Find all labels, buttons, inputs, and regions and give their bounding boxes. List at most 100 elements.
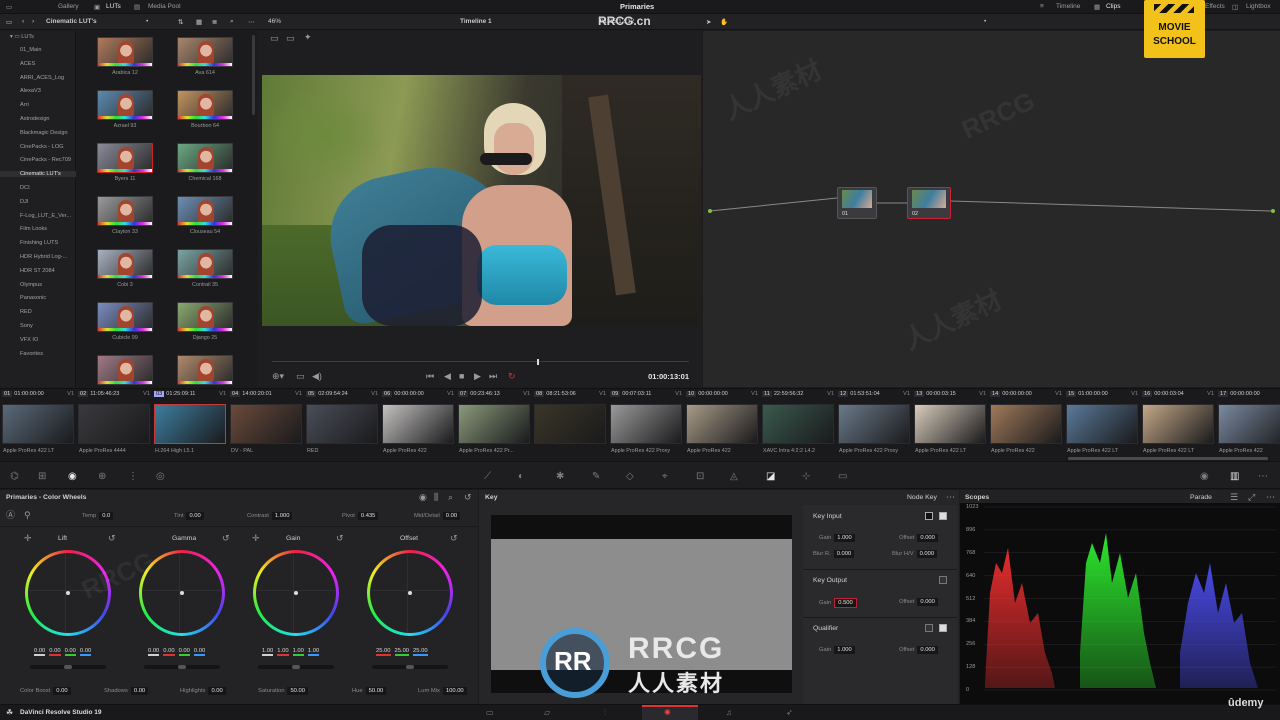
lut-folder-item[interactable]: AlexaV3	[20, 88, 41, 94]
lightbox-icon[interactable]: ◫	[1232, 3, 1238, 11]
clip-icon[interactable]: ▭	[296, 372, 305, 381]
colorboost-field[interactable]: Color Boost 0.00	[20, 687, 71, 695]
scopes-icon[interactable]: ▥	[1230, 471, 1239, 482]
timeline-clip[interactable]: 1700:00:00:00V1 Apple ProRes 422	[1216, 389, 1280, 461]
lut-folder-item[interactable]: F-Log_LUT_E_Ver...	[20, 213, 71, 219]
colorboost-value[interactable]: 0.00	[53, 687, 71, 695]
camera-raw-icon[interactable]: ⌬	[10, 471, 19, 482]
key-input-offset[interactable]: Offset 0.000	[899, 534, 938, 542]
wheel-value[interactable]: 1.00	[292, 648, 304, 656]
wheel-value[interactable]: 1.00	[307, 648, 320, 656]
timeline-clip[interactable]: 16 00:00:03:04 V1 Apple ProRes 422 LT	[1140, 389, 1216, 461]
blur-icon[interactable]: ◬	[730, 471, 738, 482]
qualifier-invert-toggle[interactable]	[925, 624, 933, 632]
saturation-field[interactable]: Saturation 50.00	[258, 687, 308, 695]
lut-folder-item[interactable]: DCI	[20, 185, 30, 191]
key-icon[interactable]: ◪	[766, 471, 775, 482]
color-warper-icon[interactable]: ◐	[518, 471, 524, 482]
lut-folder-item[interactable]: Panasonic	[20, 295, 46, 301]
tab-timeline[interactable]: Timeline	[1056, 3, 1080, 10]
search-icon[interactable]: ⌕	[230, 18, 234, 26]
node-02[interactable]: 02	[907, 187, 951, 219]
gain-value[interactable]: 1.000	[834, 646, 855, 654]
key-more-icon[interactable]: ⋯	[946, 493, 955, 502]
lut-grid-scrollbar[interactable]	[252, 35, 255, 115]
wheel-center-dot[interactable]	[408, 591, 412, 595]
node-01[interactable]: 01	[837, 187, 877, 219]
lut-thumbnail[interactable]: Cubicle 99	[97, 302, 153, 341]
split-screen-icon[interactable]: ▭	[286, 34, 295, 43]
color-wheel[interactable]	[367, 550, 453, 636]
log-mode-icon[interactable]: ⌕	[448, 493, 453, 502]
window-icon[interactable]: ◇	[626, 471, 634, 482]
contrast-field[interactable]: Contrast 1.000	[247, 512, 293, 520]
key-input-blur-r[interactable]: Blur R. 0.000	[813, 550, 855, 558]
hue-value[interactable]: 50.00	[365, 687, 387, 695]
hdr-icon[interactable]: ◎	[156, 471, 165, 482]
timeline-selector[interactable]: Timeline 1	[460, 18, 492, 25]
wheel-master-slider[interactable]	[30, 665, 106, 669]
wheel-value[interactable]: 0.00	[34, 648, 46, 656]
wheel-value[interactable]: 0.00	[163, 648, 175, 656]
page-cut-icon[interactable]: ▱	[544, 708, 550, 717]
gallery-icon[interactable]: ▭	[6, 3, 12, 11]
clips-icon[interactable]: ▦	[1094, 3, 1100, 11]
list-view-icon[interactable]: ≣	[212, 18, 217, 26]
curves-icon[interactable]: ⟋	[484, 471, 491, 482]
wheel-reset-icon[interactable]: ↺	[336, 534, 344, 543]
viewer-mode-icon[interactable]: ▭	[270, 34, 279, 43]
tab-gallery[interactable]: Gallery	[58, 3, 79, 10]
luts-icon[interactable]: ▣	[94, 3, 100, 11]
temp-field[interactable]: Temp 0.0	[82, 512, 114, 520]
lut-thumbnail[interactable]: Azrael 93	[97, 90, 153, 129]
lut-thumbnail[interactable]: Ava 614	[177, 37, 233, 76]
tab-lightbox[interactable]: Lightbox	[1246, 3, 1271, 10]
highlights-field[interactable]: Highlights 0.00	[180, 687, 226, 695]
timeline-clip[interactable]: 02 11:05:46:23 V1 Apple ProRes 4444	[76, 389, 152, 461]
wheel-center-dot[interactable]	[180, 591, 184, 595]
lut-thumbnail[interactable]	[97, 355, 153, 387]
wheel-value[interactable]: 25.00	[376, 648, 391, 656]
bars-mode-icon[interactable]: ⫼	[434, 493, 438, 502]
gain-value[interactable]: 1.000	[834, 534, 855, 542]
middetail-field[interactable]: Mid/Detail 0.00	[414, 512, 461, 520]
wheel-reset-icon[interactable]: ↺	[108, 534, 116, 543]
lut-folder-item[interactable]: HDR Hybrid Log-...	[20, 254, 67, 260]
pivot-value[interactable]: 0.435	[357, 512, 379, 520]
qualifier-icon[interactable]: ✱	[556, 471, 564, 482]
shadows-value[interactable]: 0.00	[130, 687, 149, 695]
lut-folder-item[interactable]: Sony	[20, 323, 33, 329]
timeline-clip[interactable]: 05 02:09:54:24 V1 RED	[304, 389, 380, 461]
sidebar-toggle-icon[interactable]: ▭	[6, 18, 12, 26]
wheel-value[interactable]: 0.00	[178, 648, 190, 656]
timeline-clip[interactable]: 10 00:00:00:00 V1 Apple ProRes 422	[684, 389, 760, 461]
tab-effects[interactable]: Effects	[1205, 3, 1225, 10]
timeline-clip[interactable]: 04 14:00:20:01 V1 DV - PAL	[228, 389, 304, 461]
back-icon[interactable]: ‹	[22, 18, 24, 25]
wheels-reset-icon[interactable]: ↺	[464, 493, 472, 502]
tab-luts[interactable]: LUTs	[106, 3, 121, 10]
offset-value[interactable]: 0.000	[917, 534, 938, 542]
lut-folder-item[interactable]: ACES	[20, 61, 35, 67]
offset-value[interactable]: 0.000	[917, 598, 938, 606]
magic-mask-icon[interactable]: ⊡	[696, 471, 704, 482]
lut-folder-item[interactable]: 01_Main	[20, 47, 41, 53]
wheel-reset-icon[interactable]: ↺	[222, 534, 230, 543]
volume-icon[interactable]: ◀)	[312, 372, 322, 381]
timeline-clip[interactable]: 09 00:07:03:11 V1 Apple ProRes 422 Proxy	[608, 389, 684, 461]
lut-thumbnail[interactable]: Contrail 35	[177, 249, 233, 288]
wheel-center-dot[interactable]	[66, 591, 70, 595]
temp-value[interactable]: 0.0	[99, 512, 114, 520]
timeline-clip[interactable]: 03 01:25:09:11 V1 H.264 High L5.1	[152, 389, 228, 461]
highlight-icon[interactable]: ✦	[304, 33, 312, 42]
key-input-blur-hv[interactable]: Blur H/V 0.000	[892, 550, 938, 558]
key-input-mask-toggle[interactable]	[939, 512, 947, 520]
blurr-value[interactable]: 0.000	[833, 550, 855, 558]
page-color-icon[interactable]: ✺	[664, 708, 671, 717]
lut-thumbnail[interactable]: Clouseau 54	[177, 196, 233, 235]
sizing-icon[interactable]: ⊹	[802, 471, 810, 482]
clips-scrollbar-track[interactable]	[0, 457, 1280, 460]
wheel-value[interactable]: 0.00	[79, 648, 92, 656]
wheel-master-slider[interactable]	[258, 665, 334, 669]
lut-folder-item[interactable]: Astrodesign	[20, 116, 50, 122]
